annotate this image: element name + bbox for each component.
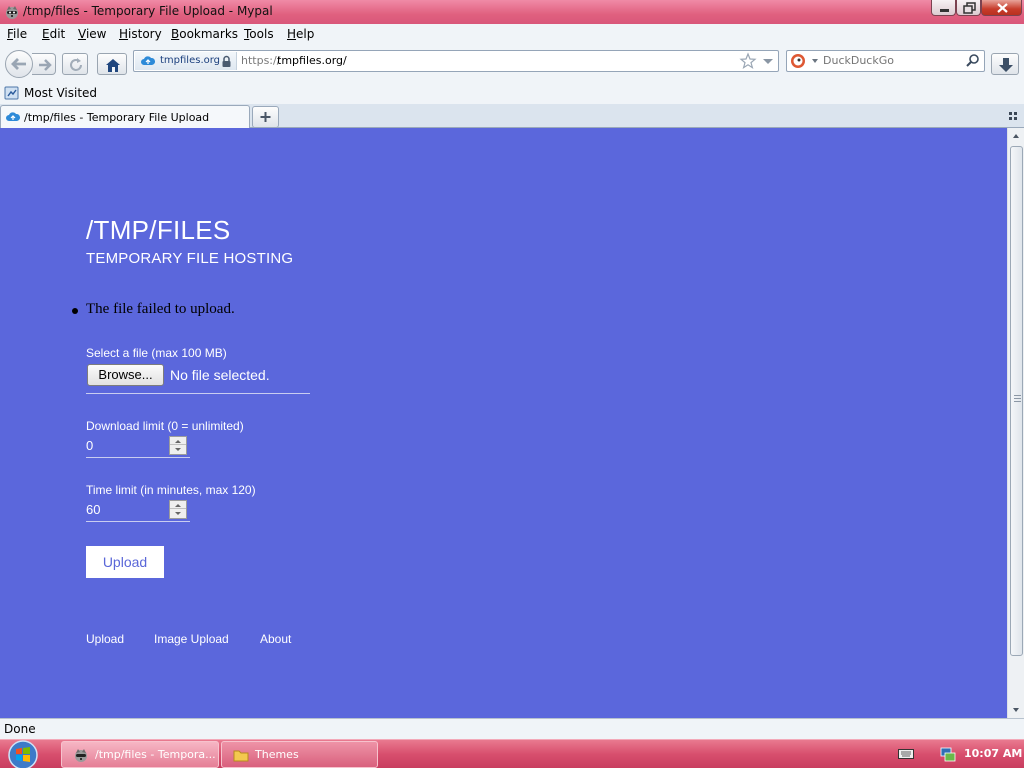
search-bar[interactable] (786, 50, 985, 72)
tab-label: /tmp/files - Temporary File Upload (24, 111, 210, 124)
file-status: No file selected. (170, 367, 270, 383)
upload-error-message: The file failed to upload. (86, 301, 235, 317)
taskbar-item-label: Themes (255, 748, 299, 761)
taskbar-clock: 10:07 AM (964, 747, 1023, 760)
reload-button[interactable] (62, 53, 88, 75)
arrow-left-icon (11, 58, 26, 70)
spin-down-icon[interactable] (170, 446, 186, 454)
scrollbar-thumb[interactable] (1010, 146, 1023, 656)
window-title: /tmp/files - Temporary File Upload - Myp… (23, 4, 273, 18)
spin-up-icon[interactable] (170, 501, 186, 509)
plus-icon (260, 112, 271, 122)
site-identity-label: tmpfiles.org (160, 55, 221, 66)
new-tab-button[interactable] (252, 106, 279, 128)
scrollbar-grip (1014, 395, 1021, 402)
time-limit-label: Time limit (in minutes, max 120) (86, 483, 256, 497)
menu-view[interactable]: View (78, 27, 106, 41)
download-limit-value: 0 (86, 438, 94, 453)
taskbar: /tmp/files - Tempora... Themes 10:07 AM (0, 739, 1024, 768)
menu-history[interactable]: History (119, 27, 162, 41)
navigation-toolbar: tmpfiles.org https:// tmpfiles.org/ (0, 44, 1024, 82)
menu-bookmarks[interactable]: Bookmarks (171, 27, 238, 41)
bookmark-star-icon[interactable] (739, 52, 757, 70)
close-icon (997, 3, 1008, 13)
error-bullet (72, 308, 78, 314)
time-limit-value: 60 (86, 502, 101, 517)
downloads-button[interactable] (991, 53, 1019, 75)
arrow-right-icon (39, 59, 52, 71)
lock-icon (222, 55, 231, 67)
search-icon[interactable] (964, 52, 982, 70)
browser-raccoon-icon (75, 749, 87, 762)
menu-tools[interactable]: Tools (244, 27, 274, 41)
start-button-icon[interactable] (6, 739, 40, 768)
download-limit-label: Download limit (0 = unlimited) (86, 419, 244, 433)
keyboard-icon[interactable] (898, 748, 914, 760)
menu-edit[interactable]: Edit (42, 27, 65, 41)
search-input[interactable] (823, 54, 963, 67)
tab-list-grid-icon[interactable] (1008, 110, 1020, 122)
status-bar: Done (0, 718, 1024, 739)
home-button[interactable] (97, 53, 127, 75)
tab-tmpfiles[interactable]: /tmp/files - Temporary File Upload (0, 105, 250, 129)
url-protocol: https:// (241, 54, 281, 67)
close-window-button[interactable] (981, 0, 1022, 16)
status-text: Done (4, 722, 36, 736)
footer-link-about[interactable]: About (260, 632, 291, 646)
tab-bar: /tmp/files - Temporary File Upload (0, 104, 1024, 129)
url-host: tmpfiles.org/ (277, 54, 347, 67)
home-icon (106, 59, 120, 72)
chevron-down-icon[interactable] (761, 52, 775, 70)
folder-icon (233, 750, 249, 762)
cloud-icon (141, 56, 155, 65)
network-icon[interactable] (940, 745, 956, 763)
menu-bar: File Edit View History Bookmarks Tools H… (0, 24, 1024, 44)
site-title: /TMP/FILES (86, 215, 231, 245)
address-bar[interactable]: tmpfiles.org https:// tmpfiles.org/ (133, 50, 779, 72)
file-input[interactable]: Browse... No file selected. (86, 363, 310, 394)
menu-file[interactable]: File (7, 27, 27, 41)
file-field-label: Select a file (max 100 MB) (86, 346, 227, 360)
taskbar-item-themes[interactable]: Themes (221, 741, 378, 768)
footer-link-image-upload[interactable]: Image Upload (154, 632, 229, 646)
duckduckgo-icon[interactable] (790, 53, 820, 69)
site-identity-button[interactable]: tmpfiles.org (135, 52, 237, 70)
time-limit-spinner[interactable] (169, 500, 187, 519)
vertical-scrollbar[interactable] (1007, 128, 1024, 718)
download-arrow-icon (999, 58, 1013, 72)
upload-button[interactable]: Upload (86, 546, 164, 578)
cloud-icon (6, 112, 20, 121)
restore-icon (963, 2, 976, 14)
restore-button[interactable] (956, 0, 981, 16)
spin-up-icon[interactable] (170, 437, 186, 445)
taskbar-item-label: /tmp/files - Tempora... (95, 748, 216, 761)
window-titlebar: /tmp/files - Temporary File Upload - Myp… (0, 0, 1024, 24)
browse-button[interactable]: Browse... (87, 364, 164, 386)
minimize-button[interactable] (931, 0, 956, 16)
footer-link-upload[interactable]: Upload (86, 632, 124, 646)
forward-button[interactable] (32, 53, 56, 75)
scroll-up-icon[interactable] (1008, 128, 1024, 145)
browser-raccoon-icon (6, 6, 18, 19)
taskbar-item-browser[interactable]: /tmp/files - Tempora... (61, 741, 219, 768)
minimize-icon (940, 9, 949, 12)
reload-icon (70, 58, 82, 71)
bookmarks-toolbar: Most Visited (0, 82, 1024, 104)
spin-down-icon[interactable] (170, 510, 186, 518)
time-limit-input[interactable]: 60 (86, 500, 190, 522)
page-viewport: /TMP/FILES TEMPORARY FILE HOSTING The fi… (0, 128, 1007, 718)
bookmark-most-visited[interactable]: Most Visited (24, 86, 97, 100)
back-button[interactable] (5, 50, 33, 78)
site-subtitle: TEMPORARY FILE HOSTING (86, 250, 294, 267)
scroll-down-icon[interactable] (1008, 701, 1024, 718)
menu-help[interactable]: Help (287, 27, 314, 41)
download-limit-spinner[interactable] (169, 436, 187, 455)
most-visited-folder-icon (4, 86, 19, 100)
download-limit-input[interactable]: 0 (86, 436, 190, 458)
